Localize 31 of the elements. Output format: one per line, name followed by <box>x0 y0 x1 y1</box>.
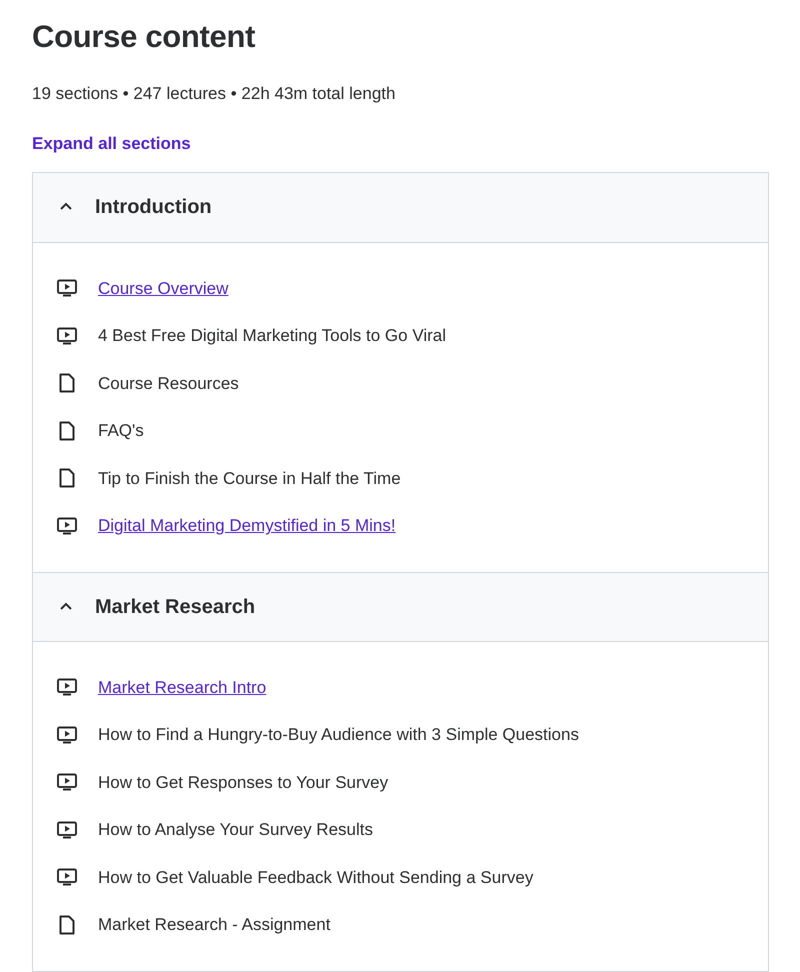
document-icon <box>59 468 75 488</box>
lecture-title: Course Resources <box>98 372 239 395</box>
lecture-link[interactable]: Digital Marketing Demystified in 5 Mins! <box>98 513 396 539</box>
section-header[interactable]: Introduction <box>33 172 768 243</box>
video-icon <box>57 516 77 535</box>
lecture-link[interactable]: Market Research Intro <box>98 674 266 700</box>
lecture-title: How to Analyse Your Survey Results <box>98 819 373 842</box>
lecture-title: How to Get Valuable Feedback Without Sending a Survey <box>98 866 534 889</box>
document-icon <box>59 373 75 394</box>
video-icon <box>57 326 77 345</box>
section-header[interactable]: Market Research <box>33 572 768 642</box>
section-title: Market Research <box>95 594 256 620</box>
video-icon <box>57 773 77 792</box>
course-summary: 19 sections • 247 lectures • 22h 43m total length <box>32 83 396 106</box>
lecture-title: Tip to Finish the Course in Half the Time <box>98 468 401 490</box>
lecture-title: How to Find a Hungry-to-Buy Audience with 3 Simple Questions <box>98 724 579 746</box>
section-title: Introduction <box>95 195 212 220</box>
video-icon <box>57 868 77 886</box>
lecture-title: Market Research - Assignment <box>98 914 330 936</box>
video-icon <box>57 726 77 744</box>
document-icon <box>59 914 75 935</box>
lecture-title: 4 Best Free Digital Marketing Tools to Go Viral <box>98 325 446 348</box>
video-icon <box>57 678 77 696</box>
lecture-title: How to Get Responses to Your Survey <box>98 772 388 794</box>
expand-all-link[interactable]: Expand all sections <box>32 134 191 153</box>
section-heading: Course content <box>32 18 256 56</box>
video-icon <box>57 820 77 839</box>
lecture-title: FAQ's <box>98 420 144 442</box>
document-icon <box>59 420 75 441</box>
video-icon <box>57 279 77 298</box>
lecture-link[interactable]: Course Overview <box>98 276 228 302</box>
